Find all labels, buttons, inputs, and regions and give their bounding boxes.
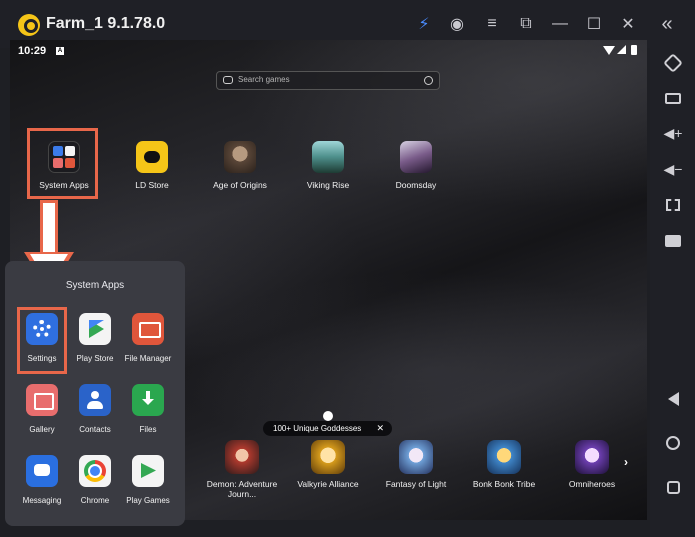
promo-close-icon[interactable]: ✕	[376, 421, 384, 436]
folder-app-label: Play Games	[126, 496, 170, 505]
files-icon	[132, 384, 164, 416]
sidebar-volume-down-button[interactable]: ◀−	[663, 160, 683, 178]
chrome-icon	[79, 455, 111, 487]
sidebar-hex-button[interactable]	[663, 53, 683, 73]
signal-icon	[617, 45, 626, 54]
app-label: Viking Rise	[306, 180, 350, 190]
account-icon[interactable]: ◉	[447, 14, 467, 34]
folder-app-label: Files	[139, 425, 157, 434]
volume-up-icon: ◀+	[663, 124, 683, 141]
gallery-icon	[26, 384, 58, 416]
screenshot-icon	[666, 199, 680, 211]
folder-app-play-games[interactable]: Play Games	[118, 455, 178, 505]
close-icon[interactable]: ✕	[618, 14, 638, 34]
home-icon	[666, 436, 680, 450]
system-apps-folder-popup: System Apps Settings Play Store File Man…	[5, 261, 185, 526]
keyboard-icon	[665, 92, 681, 104]
highlight-system-apps	[27, 128, 98, 199]
app-label: LD Store	[135, 180, 169, 190]
folder-app-messaging[interactable]: Messaging	[12, 455, 72, 505]
folder-app-label: Messaging	[22, 496, 62, 505]
bonk-bonk-tribe-icon	[487, 440, 521, 474]
ldplayer-logo-icon	[18, 14, 40, 36]
game-label: Omniheroes	[568, 479, 616, 489]
contacts-icon	[79, 384, 111, 416]
folder-app-play-store[interactable]: Play Store	[65, 313, 125, 363]
folder-app-chrome[interactable]: Chrome	[65, 455, 125, 505]
page-indicator-dot	[323, 411, 333, 421]
search-games-bar[interactable]: Search games	[216, 71, 440, 90]
promo-banner-text: 100+ Unique Goddesses	[273, 424, 362, 433]
folder-app-gallery[interactable]: Gallery	[12, 384, 72, 434]
game-label: Demon: Adventure Journ...	[206, 479, 278, 499]
game-label: Bonk Bonk Tribe	[472, 479, 536, 489]
folder-app-contacts[interactable]: Contacts	[65, 384, 125, 434]
game-bonk-bonk-tribe[interactable]: Bonk Bonk Tribe	[458, 440, 550, 489]
notification-icon: A	[56, 47, 64, 55]
folder-app-label: Gallery	[29, 425, 55, 434]
ld-store-icon	[136, 141, 168, 173]
sidebar-home-button[interactable]	[664, 434, 682, 452]
sidebar-volume-up-button[interactable]: ◀+	[663, 124, 683, 142]
app-label: Doomsday	[395, 180, 437, 190]
promo-banner[interactable]: 100+ Unique Goddesses ✕	[263, 421, 392, 436]
folder-app-label: Chrome	[80, 496, 110, 505]
collapse-sidebar-icon[interactable]: «	[657, 13, 677, 35]
app-ld-store[interactable]: LD Store	[112, 141, 192, 190]
app-viking-rise[interactable]: Viking Rise	[288, 141, 368, 190]
hexagon-icon	[663, 53, 683, 73]
wifi-icon	[603, 46, 615, 55]
back-icon	[667, 392, 679, 406]
folder-title: System Apps	[65, 280, 125, 291]
external-window-icon[interactable]: ⧉	[516, 14, 536, 34]
folder-app-files[interactable]: Files	[118, 384, 178, 434]
sidebar-more-button[interactable]	[664, 232, 682, 250]
doomsday-icon	[400, 141, 432, 173]
emulator-sidebar: ◀+ ◀−	[650, 48, 695, 537]
volume-down-icon: ◀−	[663, 160, 683, 177]
app-age-of-origins[interactable]: Age of Origins	[200, 141, 280, 190]
game-demon[interactable]: Demon: Adventure Journ...	[196, 440, 288, 499]
demon-game-icon	[225, 440, 259, 474]
valkyrie-alliance-icon	[311, 440, 345, 474]
omniheroes-icon	[575, 440, 609, 474]
folder-app-label: Contacts	[79, 425, 111, 434]
sidebar-keyboard-button[interactable]	[664, 89, 682, 107]
viking-rise-icon	[312, 141, 344, 173]
game-valkyrie-alliance[interactable]: Valkyrie Alliance	[282, 440, 374, 489]
play-games-icon	[132, 455, 164, 487]
game-label: Fantasy of Light	[385, 479, 447, 489]
app-label: Age of Origins	[213, 180, 267, 190]
status-bar: 10:29 A	[10, 40, 647, 62]
play-store-icon	[79, 313, 111, 345]
highlight-settings	[17, 307, 67, 374]
game-fantasy-of-light[interactable]: Fantasy of Light	[370, 440, 462, 489]
dock-next-icon[interactable]: ›	[624, 455, 628, 469]
minimize-icon[interactable]: —	[550, 14, 570, 34]
sidebar-back-button[interactable]	[664, 390, 682, 408]
folder-app-label: File Manager	[124, 354, 172, 363]
maximize-icon[interactable]: ☐	[584, 14, 604, 34]
folder-app-file-manager[interactable]: File Manager	[118, 313, 178, 363]
folder-app-label: Play Store	[76, 354, 114, 363]
file-manager-icon	[132, 313, 164, 345]
gamepad-icon	[223, 76, 233, 84]
sidebar-recent-button[interactable]	[664, 478, 682, 496]
tutorial-arrow-shaft	[40, 200, 58, 256]
search-input[interactable]: Search games	[238, 75, 290, 84]
fantasy-of-light-icon	[399, 440, 433, 474]
app-doomsday[interactable]: Doomsday	[376, 141, 456, 190]
game-label: Valkyrie Alliance	[297, 479, 359, 489]
menu-icon[interactable]: ≡	[482, 14, 502, 34]
messaging-icon	[26, 455, 58, 487]
recent-apps-icon	[666, 480, 680, 494]
age-of-origins-icon	[224, 141, 256, 173]
window-title: Farm_1 9.1.78.0	[46, 15, 166, 32]
status-time: 10:29	[18, 45, 47, 57]
sidebar-screenshot-button[interactable]	[664, 196, 682, 214]
battery-icon	[631, 45, 637, 55]
search-icon[interactable]	[424, 76, 433, 85]
bolt-icon[interactable]: ⚡	[414, 14, 434, 34]
more-icon	[665, 235, 681, 247]
